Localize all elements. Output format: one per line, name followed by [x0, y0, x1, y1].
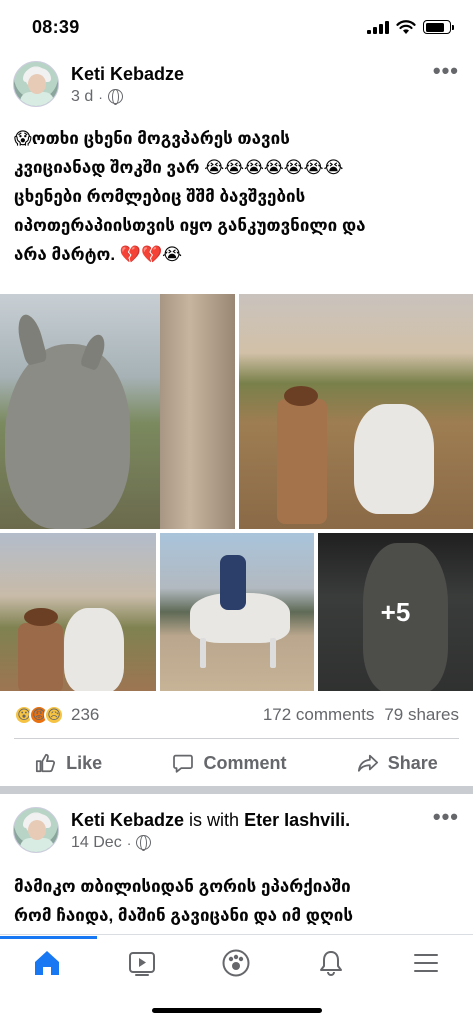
post-text-line: იპოთერაპიისთვის იყო განკუთვნილი და: [14, 216, 366, 235]
post-date[interactable]: 14 Dec: [71, 834, 122, 852]
tab-menu[interactable]: [396, 937, 456, 989]
globe-icon: [107, 89, 123, 105]
more-photos-overlay[interactable]: +5: [318, 533, 473, 691]
more-photos-count: +5: [380, 596, 411, 627]
divider: [14, 738, 459, 739]
meta-separator: ·: [126, 834, 132, 851]
with-text: is with: [189, 809, 240, 830]
photo-woman-feeding-horse[interactable]: [0, 533, 156, 691]
like-button[interactable]: Like: [35, 752, 102, 774]
author-name[interactable]: Keti Kebadze: [71, 63, 184, 85]
reaction-emojis: 😮 😡 😥: [14, 705, 64, 725]
post-text-line: მამიკო თბილისიდან გორის ეპარქიაში: [14, 877, 351, 896]
status-time: 08:39: [32, 16, 80, 37]
share-label: Share: [387, 752, 438, 773]
post-text: მამიკო თბილისიდან გორის ეპარქიაში რომ ჩა…: [14, 872, 464, 930]
cellular-signal-icon: [367, 20, 389, 34]
home-icon: [35, 950, 60, 975]
meta-separator: ·: [98, 88, 103, 105]
wifi-icon: [396, 19, 416, 34]
like-label: Like: [66, 752, 103, 773]
tab-notifications[interactable]: [301, 937, 361, 989]
post-actions: Like Comment Share: [0, 742, 473, 784]
menu-icon: [413, 953, 438, 972]
post-text-line: არა მარტო. 💔💔😭: [14, 245, 183, 264]
bottom-tab-bar: [0, 934, 473, 990]
globe-icon: [136, 835, 152, 851]
post-header-text: Keti Kebadze 3 d ·: [71, 63, 184, 106]
shares-count[interactable]: 79 shares: [384, 705, 459, 725]
share-button[interactable]: Share: [357, 752, 438, 774]
author-avatar[interactable]: [13, 61, 59, 107]
battery-icon: [423, 20, 454, 34]
post-text: 😱ოთხი ცხენი მოგვპარეს თავის კვიციანად შო…: [14, 124, 464, 269]
tab-video[interactable]: [112, 937, 172, 989]
post-header: Keti Kebadze 3 d · •••: [0, 54, 473, 114]
photo-grey-horse-closeup[interactable]: [0, 294, 235, 529]
post-text-line: 😱ოთხი ცხენი მოგვპარეს თავის: [14, 129, 290, 148]
post-header-text: Keti Kebadze is with Eter Iashvili. 14 D…: [71, 809, 350, 852]
thumbs-up-icon: [36, 753, 56, 773]
home-indicator: [152, 1008, 322, 1013]
comments-count[interactable]: 172 comments: [263, 705, 375, 725]
status-bar: 08:39: [0, 0, 473, 54]
sad-reaction-icon: 😥: [44, 705, 64, 725]
facebook-feed-screen: 08:39 Keti Kebadze 3 d · ••• 😱ოთხი ცხენი…: [0, 0, 473, 1024]
video-icon: [128, 951, 155, 976]
share-arrow-icon: [357, 754, 378, 772]
tab-groups[interactable]: [206, 937, 266, 989]
post-separator: [0, 786, 473, 794]
groups-icon: [222, 949, 250, 976]
post-time[interactable]: 3 d: [71, 88, 93, 106]
notifications-icon: [320, 950, 343, 976]
post-text-line: რომ ჩაიდა, მაშინ გავიცანი და იმ დღის: [14, 906, 354, 925]
author-name[interactable]: Keti Kebadze: [71, 810, 184, 830]
tagged-person[interactable]: Eter Iashvili.: [244, 810, 350, 830]
post-meta: 3 d ·: [71, 88, 184, 106]
more-options-icon[interactable]: •••: [433, 58, 459, 84]
reaction-count: 236: [71, 705, 100, 724]
reactions-summary: 😮 😡 😥 236 172 comments 79 shares: [0, 700, 473, 730]
status-icons: [367, 19, 454, 35]
post-text-line: ცხენები რომლებიც შშმ ბავშვების: [14, 187, 306, 206]
photo-woman-with-white-horse[interactable]: [239, 294, 473, 529]
photo-grid: +5: [0, 294, 473, 691]
comment-icon: [173, 754, 194, 773]
photo-more-grey-horse[interactable]: +5: [318, 533, 473, 691]
photo-man-riding-horse[interactable]: [160, 533, 314, 691]
comment-button[interactable]: Comment: [172, 752, 286, 774]
post-meta: 14 Dec ·: [71, 834, 350, 852]
author-avatar[interactable]: [13, 807, 59, 853]
author-line: Keti Kebadze is with Eter Iashvili.: [71, 809, 350, 831]
comment-label: Comment: [203, 752, 287, 773]
more-options-icon[interactable]: •••: [433, 804, 459, 830]
post-text-line: კვიციანად შოკში ვარ 😭😭😭😭😭😭😭: [14, 158, 344, 177]
post-header: Keti Kebadze is with Eter Iashvili. 14 D…: [0, 800, 473, 860]
reactions-count-button[interactable]: 😮 😡 😥 236: [14, 705, 99, 725]
tab-home[interactable]: [0, 935, 98, 989]
engagement-counts: 172 comments 79 shares: [263, 705, 459, 725]
